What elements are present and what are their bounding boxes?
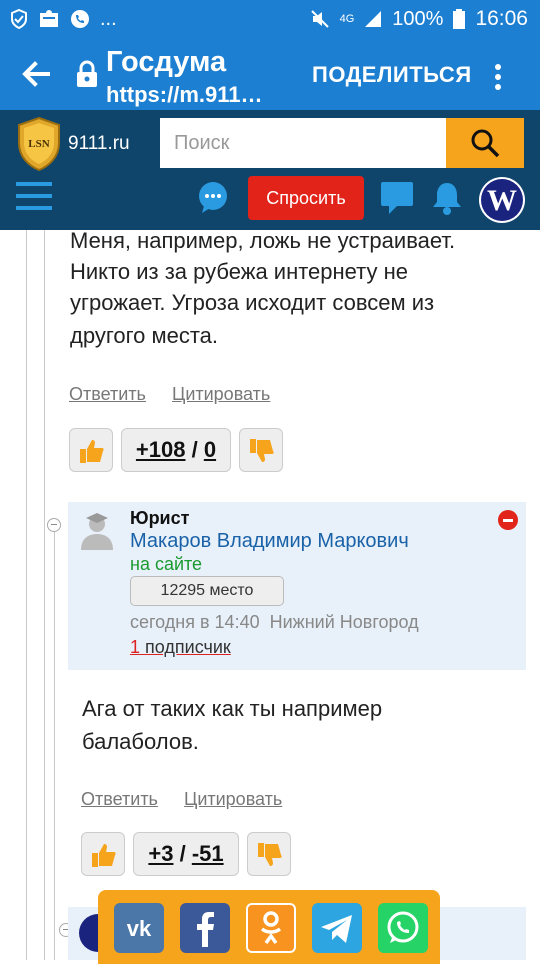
telegram-icon [321,915,352,943]
post-line-2: Никто из за рубежа интернету не [70,259,409,284]
author-name[interactable]: Макаров Владимир Маркович [130,530,409,553]
rank-badge[interactable]: 12295 место [130,576,284,606]
site-logo-icon[interactable]: LSN [16,117,62,171]
notifications-bell-icon[interactable] [430,180,464,216]
share-facebook-button[interactable] [180,903,230,953]
vk-icon: vk [127,916,152,941]
logo-text: LSN [28,138,49,150]
lawyer-avatar-icon[interactable] [76,510,118,552]
status-bar: ... 4G 100% 16:06 [0,0,540,38]
comment-rating-up[interactable]: +3 [148,841,173,866]
thumbs-up-icon [80,440,104,463]
thumbs-down-icon [258,843,282,866]
site-header: LSN 9111.ru Спросить W [0,110,540,230]
post-rating: +108 / 0 [121,428,231,472]
author-city: Нижний Новгород [269,612,419,632]
odnoklassniki-icon [260,911,282,945]
dislike-button[interactable] [239,428,283,472]
battery-level: 100% [392,7,444,30]
share-button[interactable]: ПОДЕЛИТЬСЯ [312,62,472,88]
thread-line-inner [54,530,55,960]
comment-line-1: Ага от таких как ты например [82,696,383,721]
thread-line-mid [44,230,45,960]
subscribers-label: подписчик [145,637,231,657]
subscribers-link[interactable]: 1 подписчик [130,637,231,658]
search-icon [471,129,500,158]
thumbs-up-icon [92,844,116,867]
comment-time: сегодня в 14:40 [130,612,260,632]
status-overflow-dots: ... [100,7,117,30]
post-line-4: другого места. [70,323,219,348]
page-url: https://m.911… [106,82,263,107]
reply-link[interactable]: Ответить [69,384,146,405]
subscribers-count: 1 [130,637,141,657]
comment-like-button[interactable] [81,832,125,876]
thread-line-outer [26,230,27,960]
chat-dots-icon[interactable] [196,180,230,214]
mute-icon [310,10,329,28]
share-whatsapp-button[interactable] [378,903,428,953]
svg-text:vk: vk [127,916,152,941]
post-line-3: угрожает. Угроза исходит совсем из [70,290,435,315]
back-arrow-icon[interactable] [18,56,54,92]
share-telegram-button[interactable] [312,903,362,953]
post-line-1: Меня, например, ложь не устраивает. [70,230,456,253]
lock-icon [77,60,97,87]
avatar-letter: W [487,184,517,217]
network-type: 4G [339,13,355,25]
clock: 16:06 [475,7,528,30]
block-user-icon[interactable] [498,510,518,530]
comment-dislike-button[interactable] [247,832,291,876]
site-name[interactable]: 9111.ru [68,133,130,155]
online-status: на сайте [130,554,203,574]
messages-icon[interactable] [379,180,415,216]
hamburger-menu-icon[interactable] [14,178,54,214]
search-input[interactable] [160,118,446,168]
rating-down-value[interactable]: 0 [204,437,216,462]
collapse-thread-icon[interactable] [47,518,61,532]
user-avatar[interactable]: W [479,177,525,223]
comment-rating-down[interactable]: -51 [192,841,224,866]
ask-question-button[interactable]: Спросить [248,176,364,220]
comment-reply-link[interactable]: Ответить [81,789,158,810]
user-avatar-w-icon: W [481,179,523,221]
comment-meta: сегодня в 14:40 Нижний Новгород [130,612,419,633]
share-odnoklassniki-button[interactable] [246,903,296,953]
search-button[interactable] [446,118,524,168]
notification-app-icon [40,10,58,27]
facebook-icon [197,912,214,947]
comment-author-card: Юрист Макаров Владимир Маркович на сайте… [68,502,526,670]
signal-icon [365,11,382,27]
comment-quote-link[interactable]: Цитировать [184,789,282,810]
more-vert-icon[interactable] [486,62,510,92]
comment-rating: +3 / -51 [133,832,239,876]
whatsapp-icon [387,911,419,943]
like-button[interactable] [69,428,113,472]
shield-check-icon [11,9,27,29]
comment-line-2: балаболов. [82,729,199,754]
author-role: Юрист [130,508,190,528]
social-share-panel: vk [98,890,440,964]
rating-up-value[interactable]: +108 [136,437,186,462]
discussion-thread: Меня, например, ложь не устраивает. Никт… [0,230,540,960]
phone-call-icon [71,10,89,28]
battery-icon [453,9,466,29]
quote-link[interactable]: Цитировать [172,384,270,405]
thumbs-down-icon [250,439,274,462]
page-title: Госдума [106,46,227,78]
browser-app-bar: Госдума https://m.911… ПОДЕЛИТЬСЯ [0,38,540,110]
share-vk-button[interactable]: vk [114,903,164,953]
